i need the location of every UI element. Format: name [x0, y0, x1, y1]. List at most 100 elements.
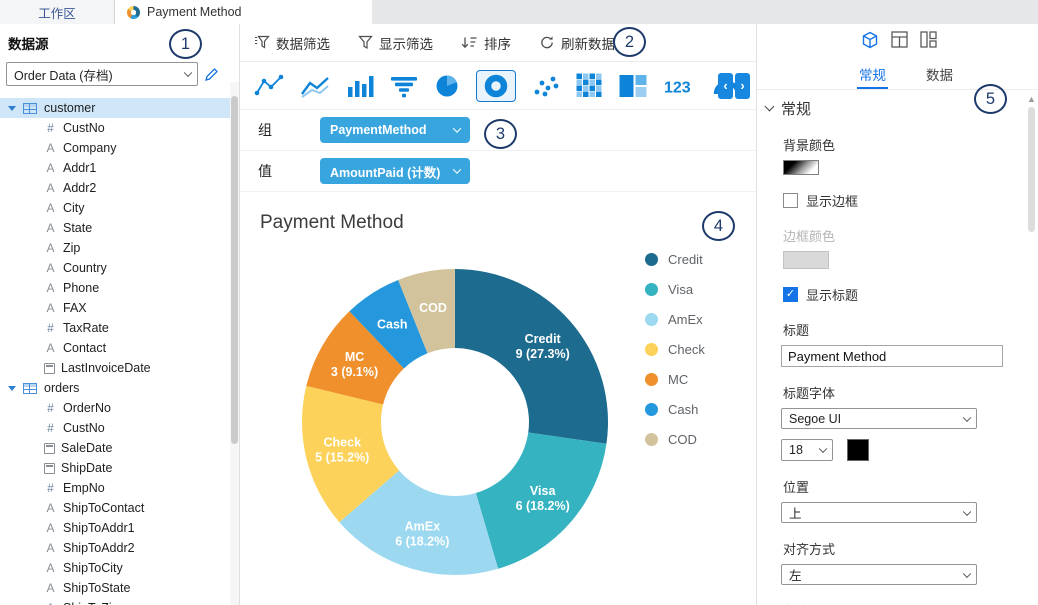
tab-data-label: 数据: [926, 64, 953, 84]
field-name: City: [63, 201, 85, 215]
cube-icon[interactable]: [861, 31, 879, 52]
tree-field-row[interactable]: SaleDate: [0, 438, 239, 458]
section-general[interactable]: 常规: [766, 98, 1038, 119]
tree-field-row[interactable]: AAddr1: [0, 158, 239, 178]
tab-payment-method[interactable]: Payment Method: [115, 0, 372, 24]
tab-data[interactable]: 数据: [926, 58, 953, 89]
legend-item-visa[interactable]: Visa: [645, 274, 705, 304]
tree-field-row[interactable]: LastInvoiceDate: [0, 358, 239, 378]
group-binding-row: 组 PaymentMethod: [240, 110, 756, 151]
tree-field-row[interactable]: #CustNo: [0, 418, 239, 438]
chart-type-column-icon[interactable]: [346, 74, 374, 98]
tab-general[interactable]: 常规: [859, 58, 886, 89]
chart-type-heatmap-icon[interactable]: [576, 73, 603, 98]
tree-field-row[interactable]: AShipToState: [0, 578, 239, 598]
tree-field-row[interactable]: ACity: [0, 198, 239, 218]
tree-field-row[interactable]: A ShipToAddr1: [0, 518, 239, 538]
edit-dataset-button[interactable]: [204, 67, 219, 82]
text-field-icon: A: [44, 341, 57, 355]
chart-type-pie-icon[interactable]: [434, 74, 460, 98]
tree-field-row[interactable]: AShipToCity: [0, 558, 239, 578]
text-field-icon: A: [44, 521, 57, 535]
svg-text:123: 123: [664, 79, 691, 96]
table-node-orders[interactable]: orders: [0, 378, 239, 398]
tree-field-row[interactable]: APhone: [0, 278, 239, 298]
layout-icon[interactable]: [891, 31, 908, 51]
background-color-swatch[interactable]: [783, 160, 819, 175]
number-field-icon: #: [44, 121, 57, 135]
legend-item-mc[interactable]: MC: [645, 364, 705, 394]
title-input[interactable]: [781, 345, 1003, 367]
scrollbar-thumb[interactable]: [1028, 107, 1035, 232]
tree-field-row[interactable]: AContact: [0, 338, 239, 358]
panel-scrollbar[interactable]: ▲: [1026, 94, 1037, 605]
scrollbar-thumb[interactable]: [231, 96, 238, 444]
expand-arrow-icon[interactable]: [8, 386, 16, 391]
legend-item-credit[interactable]: Credit: [645, 244, 705, 274]
dataset-dropdown[interactable]: Order Data (存档): [6, 62, 198, 86]
scroll-up-icon[interactable]: ▲: [1026, 94, 1037, 104]
field-name: OrderNo: [63, 401, 111, 415]
field-name: TaxRate: [63, 321, 109, 335]
toolbar-refresh[interactable]: 刷新数据: [539, 33, 615, 53]
toolbar-sort[interactable]: 排序: [461, 33, 511, 53]
tree-field-row[interactable]: #EmpNo: [0, 478, 239, 498]
field-name: ShipToAddr1: [63, 521, 135, 535]
text-field-icon: A: [44, 301, 57, 315]
legend-label: Check: [668, 342, 705, 357]
legend-item-cod[interactable]: COD: [645, 424, 705, 454]
tree-field-row[interactable]: #CustNo: [0, 118, 239, 138]
alignment-select[interactable]: 左: [781, 564, 977, 585]
tab-workspace-label: 工作区: [38, 3, 76, 22]
scroll-left-button[interactable]: ‹: [718, 73, 733, 99]
tree-field-row[interactable]: # TaxRate: [0, 318, 239, 338]
sidebar-scrollbar[interactable]: [230, 82, 239, 605]
tree-field-row[interactable]: ACountry: [0, 258, 239, 278]
value-field-dropdown[interactable]: AmountPaid (计数): [320, 158, 470, 184]
table-name: orders: [44, 381, 79, 395]
chart-type-line-icon[interactable]: [300, 74, 330, 98]
table-node-customer[interactable]: customer: [0, 98, 239, 118]
tree-field-row[interactable]: AZip: [0, 238, 239, 258]
chart-type-scatter-icon[interactable]: [532, 74, 560, 98]
legend-dot-icon: [645, 343, 658, 356]
chart-title: Payment Method: [260, 212, 404, 234]
legend-item-amex[interactable]: AmEx: [645, 304, 705, 334]
tree-field-row[interactable]: AState: [0, 218, 239, 238]
chart-type-donut-icon[interactable]: [476, 70, 516, 102]
expand-arrow-icon[interactable]: [8, 106, 16, 111]
tree-field-row[interactable]: ShipDate: [0, 458, 239, 478]
tree-field-row[interactable]: AAddr2: [0, 178, 239, 198]
number-field-icon: #: [44, 401, 57, 415]
tree-field-row[interactable]: # OrderNo: [0, 398, 239, 418]
scroll-right-button[interactable]: ›: [735, 73, 750, 99]
tree-field-row[interactable]: AFAX: [0, 298, 239, 318]
position-label: 位置: [783, 477, 1038, 496]
tree-field-row[interactable]: AShipToZip: [0, 598, 239, 605]
legend-item-check[interactable]: Check: [645, 334, 705, 364]
legend-label: Credit: [668, 252, 703, 267]
chart-type-numeric-icon[interactable]: 123: [663, 74, 697, 98]
tree-field-row[interactable]: ACompany: [0, 138, 239, 158]
text-field-icon: A: [44, 141, 57, 155]
toolbar-data-filter[interactable]: 数据筛选: [254, 33, 330, 53]
chart-type-line-marker-icon[interactable]: [254, 74, 284, 98]
position-select[interactable]: 上: [781, 502, 977, 523]
split-layout-icon[interactable]: [920, 31, 937, 51]
field-name: ShipToCity: [63, 561, 123, 575]
show-title-checkbox[interactable]: [783, 287, 798, 302]
title-font-color-swatch[interactable]: [847, 439, 869, 461]
chart-type-funnel-icon[interactable]: [390, 74, 418, 98]
group-field-dropdown[interactable]: PaymentMethod: [320, 117, 470, 143]
title-font-size-select[interactable]: 18: [781, 439, 833, 461]
legend-item-cash[interactable]: Cash: [645, 394, 705, 424]
number-field-icon: #: [44, 321, 57, 335]
title-font-select[interactable]: Segoe UI: [781, 408, 977, 429]
tab-general-label: 常规: [859, 64, 886, 84]
show-border-checkbox[interactable]: [783, 193, 798, 208]
tree-field-row[interactable]: AShipToContact: [0, 498, 239, 518]
chart-type-treemap-icon[interactable]: [619, 74, 647, 98]
toolbar-display-filter[interactable]: 显示筛选: [358, 33, 433, 53]
tree-field-row[interactable]: AShipToAddr2: [0, 538, 239, 558]
tab-workspace[interactable]: 工作区: [0, 0, 115, 24]
